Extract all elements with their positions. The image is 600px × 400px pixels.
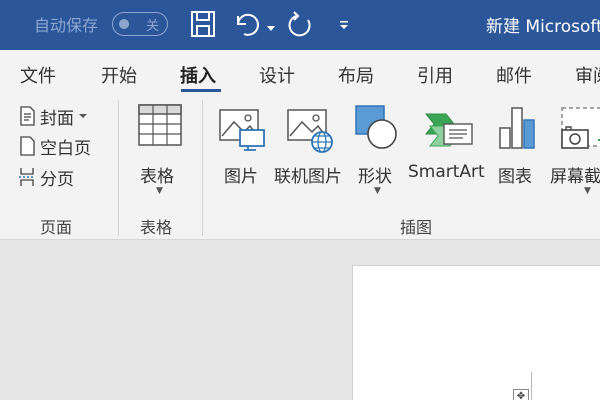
table-label: 表格 bbox=[140, 167, 174, 187]
tab-mailings[interactable]: 邮件 bbox=[496, 62, 532, 88]
undo-icon[interactable] bbox=[232, 10, 262, 42]
tab-references[interactable]: 引用 bbox=[417, 62, 453, 88]
autosave-toggle[interactable]: 关 bbox=[112, 12, 168, 36]
cover-page-icon bbox=[20, 106, 35, 126]
tab-insert[interactable]: 插入 bbox=[180, 62, 216, 88]
blank-page-label: 空白页 bbox=[40, 138, 91, 159]
active-tab-indicator bbox=[181, 89, 221, 92]
shapes-icon bbox=[355, 105, 397, 149]
online-picture-label: 联机图片 bbox=[274, 167, 342, 187]
table-move-handle-icon[interactable]: ✥ bbox=[513, 389, 529, 400]
customize-toolbar-icon[interactable] bbox=[338, 16, 350, 35]
table-icon bbox=[138, 104, 182, 146]
tab-layout[interactable]: 布局 bbox=[338, 62, 374, 88]
ribbon-tabs: 文件 开始 插入 设计 布局 引用 邮件 审阅 bbox=[0, 50, 600, 94]
screenshot-icon bbox=[561, 107, 600, 149]
table-button[interactable]: 表格 ▼ bbox=[136, 104, 184, 208]
picture-label: 图片 bbox=[224, 167, 258, 187]
page-break-button[interactable]: 分页 bbox=[18, 165, 74, 190]
ribbon: 封面 空白页 分页 页面 表格 ▼ 表格 图片 联机图片 形状 ▼ SmartA… bbox=[0, 94, 600, 240]
undo-dropdown-icon[interactable] bbox=[266, 18, 276, 37]
blank-page-button[interactable]: 空白页 bbox=[18, 134, 91, 159]
smartart-label: SmartArt bbox=[408, 162, 485, 182]
screenshot-dropdown-icon: ▼ bbox=[584, 186, 591, 196]
smartart-button[interactable]: SmartArt bbox=[406, 104, 490, 194]
text-cursor bbox=[531, 372, 532, 400]
page-break-icon bbox=[19, 168, 35, 186]
chart-button[interactable]: 图表 bbox=[496, 104, 540, 194]
chart-icon bbox=[499, 107, 535, 149]
picture-icon bbox=[219, 109, 265, 151]
shapes-label: 形状 bbox=[358, 167, 392, 187]
screenshot-label: 屏幕截图 bbox=[550, 167, 600, 187]
pages-group-label: 页面 bbox=[40, 218, 73, 237]
picture-button[interactable]: 图片 bbox=[218, 104, 266, 194]
cover-page-label: 封面 bbox=[40, 108, 74, 129]
group-divider bbox=[202, 100, 203, 236]
shapes-button[interactable]: 形状 ▼ bbox=[354, 104, 402, 208]
smartart-icon bbox=[424, 113, 473, 147]
document-title: 新建 Microsoft bbox=[486, 17, 600, 37]
redo-icon[interactable] bbox=[286, 10, 316, 44]
screenshot-button[interactable]: 屏幕截图 ▼ bbox=[546, 104, 600, 208]
illustrations-group-label: 插图 bbox=[400, 218, 433, 237]
chart-label: 图表 bbox=[498, 167, 532, 187]
page-break-label: 分页 bbox=[40, 169, 74, 190]
group-divider bbox=[118, 100, 119, 236]
autosave-state: 关 bbox=[146, 19, 160, 34]
cover-page-button[interactable]: 封面 bbox=[18, 104, 92, 129]
toggle-knob bbox=[119, 19, 129, 29]
table-dropdown-icon: ▼ bbox=[156, 186, 163, 196]
online-picture-button[interactable]: 联机图片 bbox=[272, 104, 350, 194]
shapes-dropdown-icon: ▼ bbox=[374, 186, 381, 196]
online-picture-icon bbox=[287, 109, 333, 153]
tables-group-label: 表格 bbox=[140, 218, 173, 237]
save-icon[interactable] bbox=[190, 10, 216, 42]
tab-file[interactable]: 文件 bbox=[20, 62, 56, 88]
document-page[interactable]: ✥ bbox=[352, 265, 600, 400]
tab-design[interactable]: 设计 bbox=[259, 62, 295, 88]
title-bar: 自动保存 关 新建 Microsoft bbox=[0, 0, 600, 50]
tab-review[interactable]: 审阅 bbox=[575, 62, 600, 88]
document-canvas: ✥ bbox=[0, 240, 600, 400]
blank-page-icon bbox=[20, 136, 35, 156]
tab-home[interactable]: 开始 bbox=[101, 62, 137, 88]
autosave-label: 自动保存 bbox=[34, 16, 99, 35]
cover-dropdown-icon bbox=[79, 114, 87, 118]
